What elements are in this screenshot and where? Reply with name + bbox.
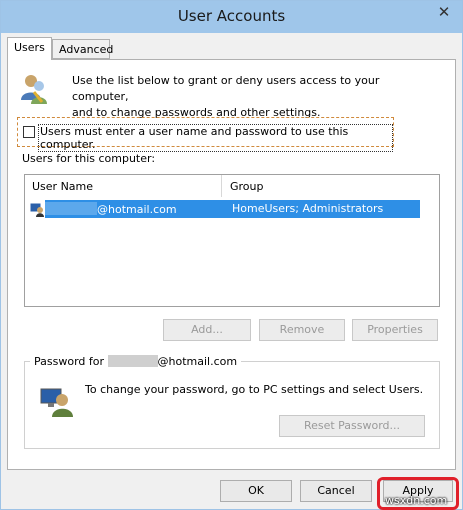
close-button[interactable]: ✕ (432, 2, 456, 22)
users-list-label: Users for this computer: (22, 152, 156, 165)
password-legend-suffix: @hotmail.com (157, 355, 238, 368)
user-password-icon (40, 388, 73, 417)
remove-button[interactable]: Remove (259, 319, 345, 341)
window-title: User Accounts (177, 7, 286, 25)
ok-button[interactable]: OK (220, 480, 292, 502)
column-header-user-name[interactable]: User Name (32, 180, 93, 193)
user-name-cell: @hotmail.com (45, 202, 177, 216)
column-header-group[interactable]: Group (230, 180, 264, 193)
user-icon (30, 202, 44, 217)
redacted-name (107, 355, 158, 367)
watermark: wsxdn.com (385, 494, 448, 507)
column-separator[interactable] (221, 175, 222, 197)
users-icon (21, 75, 47, 104)
intro-text: Use the list below to grant or deny user… (72, 73, 432, 121)
table-row[interactable]: @hotmail.com HomeUsers; Administrators (30, 200, 420, 218)
reset-password-button[interactable]: Reset Password... (279, 415, 425, 437)
password-instructions: To change your password, go to PC settin… (85, 383, 424, 396)
tab-advanced[interactable]: Advanced (52, 39, 113, 59)
add-button[interactable]: Add... (163, 319, 251, 341)
require-login-checkbox[interactable] (23, 126, 35, 138)
password-legend-prefix: Password for (34, 355, 108, 368)
group-cell: HomeUsers; Administrators (232, 202, 384, 215)
require-login-option[interactable]: Users must enter a user name and passwor… (17, 117, 394, 152)
cancel-button[interactable]: Cancel (300, 480, 372, 502)
title-bar[interactable]: User Accounts ✕ (1, 1, 462, 33)
users-listbox[interactable]: User Name Group @hotmail.com HomeUsers; … (24, 174, 440, 307)
intro-line-1: Use the list below to grant or deny user… (72, 74, 380, 103)
redacted-name (45, 202, 97, 215)
properties-button[interactable]: Properties (352, 319, 438, 341)
tab-users[interactable]: Users (7, 37, 52, 60)
require-login-label[interactable]: Users must enter a user name and passwor… (38, 124, 393, 152)
user-email-suffix: @hotmail.com (97, 203, 177, 216)
password-group-legend: Password for @hotmail.com (30, 355, 242, 368)
